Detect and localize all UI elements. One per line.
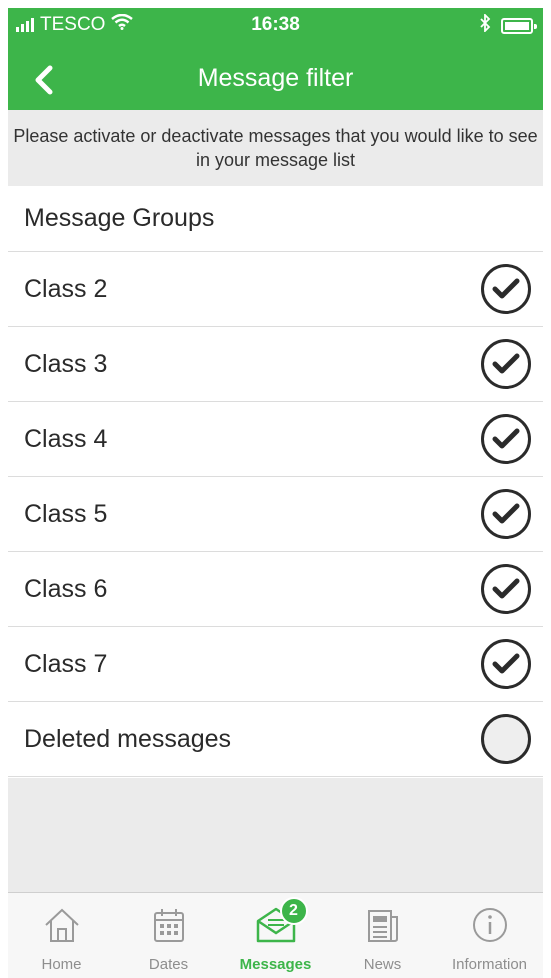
filter-row-class-5[interactable]: Class 5 [8,477,543,552]
checkmark-icon[interactable] [481,339,531,389]
filter-row-class-4[interactable]: Class 4 [8,402,543,477]
checkmark-icon[interactable] [481,414,531,464]
info-banner: Please activate or deactivate messages t… [8,110,543,186]
info-icon [468,903,512,947]
checkmark-icon[interactable] [481,489,531,539]
app-header: TESCO 16:38 Message filter [8,8,543,110]
filter-row-label: Class 6 [24,574,108,603]
tab-home[interactable]: Home [8,893,115,978]
tab-label: News [363,956,402,973]
status-right-group [479,12,537,38]
filter-row-label: Class 2 [24,274,108,303]
checkmark-icon[interactable] [481,639,531,689]
filter-row-label: Class 3 [24,349,108,378]
tab-bar: Home Dates 2 Messages News Information [8,892,543,978]
tab-label: Information [451,956,528,973]
home-icon [40,903,84,947]
empty-area [8,778,543,892]
bluetooth-icon [479,12,491,38]
tab-information[interactable]: Information [436,893,543,978]
unread-badge: 2 [279,897,308,925]
checkmark-icon[interactable] [481,264,531,314]
message-group-list: Message Groups Class 2 Class 3 Class 4 C… [8,186,543,777]
tab-messages[interactable]: 2 Messages [222,893,329,978]
filter-row-class-7[interactable]: Class 7 [8,627,543,702]
filter-row-label: Deleted messages [24,724,232,753]
newspaper-icon [361,903,405,947]
filter-row-class-2[interactable]: Class 2 [8,252,543,327]
page-title: Message filter [197,64,354,92]
checkmark-icon[interactable] [481,564,531,614]
tab-dates[interactable]: Dates [115,893,222,978]
group-header: Message Groups [8,186,543,252]
tab-label: Home [41,956,82,973]
filter-row-label: Class 7 [24,649,108,678]
unchecked-circle-icon[interactable] [481,714,531,764]
status-time: 16:38 [251,14,300,35]
tab-label: Messages [239,956,312,973]
tab-label: Dates [148,956,189,973]
envelope-icon: 2 [254,897,308,947]
filter-row-label: Class 5 [24,499,108,528]
filter-row-label: Class 4 [24,424,108,453]
calendar-icon [147,903,191,947]
status-bar: TESCO 16:38 [8,8,543,48]
filter-row-class-3[interactable]: Class 3 [8,327,543,402]
filter-row-deleted-messages[interactable]: Deleted messages [8,702,543,777]
battery-icon [501,18,537,34]
filter-row-class-6[interactable]: Class 6 [8,552,543,627]
tab-news[interactable]: News [329,893,436,978]
